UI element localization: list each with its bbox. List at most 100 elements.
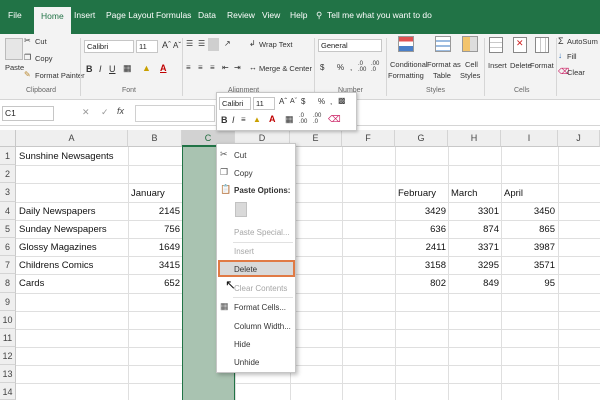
underline-icon[interactable]: U — [109, 64, 116, 74]
february-value[interactable]: 2411 — [395, 242, 446, 253]
column-header-f[interactable]: F — [342, 130, 395, 147]
february-value[interactable]: 3429 — [395, 206, 446, 217]
february-value[interactable]: 3158 — [395, 260, 446, 271]
row-header-8[interactable]: 8 — [0, 274, 16, 293]
orientation-icon[interactable]: ↗ — [224, 39, 231, 48]
mini-comma-icon[interactable]: , — [330, 97, 332, 106]
mini-italic-icon[interactable]: I — [232, 115, 235, 125]
mini-font-combo[interactable]: Calibri — [219, 97, 251, 110]
january-value[interactable]: 756 — [128, 224, 180, 235]
row-header-4[interactable]: 4 — [0, 202, 16, 220]
insert-function-button[interactable]: fx — [117, 106, 124, 116]
increase-decimal-icon[interactable]: .0.00 — [358, 61, 366, 73]
tab-home[interactable]: Home — [34, 7, 71, 34]
align-center-icon[interactable]: ≡ — [198, 63, 203, 72]
menu-item-paste-special[interactable]: Paste Special... — [234, 228, 290, 237]
mini-shrink-font-icon[interactable]: Aˇ — [290, 98, 297, 105]
january-value[interactable]: 652 — [128, 278, 180, 289]
shrink-font-icon[interactable]: Aˇ — [173, 41, 181, 50]
italic-icon[interactable]: I — [99, 64, 102, 74]
format-painter-button[interactable]: Format Painter — [35, 71, 85, 80]
cancel-icon[interactable]: ✕ — [82, 107, 90, 118]
cut-button[interactable]: Cut — [35, 37, 47, 46]
tab-formulas[interactable]: Formulas — [156, 10, 191, 20]
conditional-formatting-label-2[interactable]: Formatting — [388, 71, 424, 80]
number-format-combo[interactable]: General — [318, 39, 382, 52]
mini-size-combo[interactable]: 11 — [253, 97, 275, 110]
delete-cells-button[interactable]: Delete — [510, 61, 532, 70]
format-as-table-label-2[interactable]: Table — [433, 71, 451, 80]
percent-icon[interactable]: % — [337, 63, 344, 72]
april-value[interactable]: 3987 — [501, 242, 555, 253]
cell-styles-label-1[interactable]: Cell — [465, 60, 478, 69]
row-header-9[interactable]: 9 — [0, 293, 16, 311]
copy-button[interactable]: Copy — [35, 54, 53, 63]
tab-view[interactable]: View — [262, 10, 280, 20]
format-as-table-label-1[interactable]: Format as — [427, 60, 461, 69]
april-value[interactable]: 3450 — [501, 206, 555, 217]
mini-decrease-decimal-icon[interactable]: .00.0 — [313, 113, 321, 125]
march-value[interactable]: 849 — [448, 278, 499, 289]
align-middle-icon[interactable]: ☰ — [198, 39, 205, 48]
march-value[interactable]: 3295 — [448, 260, 499, 271]
mini-bold-icon[interactable]: B — [221, 115, 228, 125]
february-value[interactable]: 636 — [395, 224, 446, 235]
menu-item-insert[interactable]: Insert — [234, 247, 254, 256]
header-january[interactable]: January — [131, 188, 165, 199]
february-value[interactable]: 802 — [395, 278, 446, 289]
name-box[interactable]: C1 — [2, 106, 54, 121]
march-value[interactable]: 3371 — [448, 242, 499, 253]
align-bottom-icon[interactable] — [208, 38, 219, 51]
menu-item-hide[interactable]: Hide — [234, 340, 250, 349]
column-header-a[interactable]: A — [16, 130, 128, 147]
tab-review[interactable]: Review — [227, 10, 255, 20]
menu-item-column-width[interactable]: Column Width... — [234, 322, 291, 331]
increase-indent-icon[interactable]: ⇥ — [234, 63, 241, 72]
cell-styles-label-2[interactable]: Styles — [460, 71, 480, 80]
align-left-icon[interactable]: ≡ — [186, 63, 191, 72]
paste-clipboard-icon[interactable] — [235, 202, 247, 217]
row-header-11[interactable]: 11 — [0, 329, 16, 347]
align-right-icon[interactable]: ≡ — [210, 63, 215, 72]
mini-borders-icon[interactable]: ▦ — [285, 114, 294, 125]
bold-icon[interactable]: B — [86, 64, 93, 74]
row-header-7[interactable]: 7 — [0, 256, 16, 274]
row-header-5[interactable]: 5 — [0, 220, 16, 238]
item-name[interactable]: Cards — [19, 278, 44, 289]
autosum-button[interactable]: AutoSum — [567, 37, 598, 46]
row-header-10[interactable]: 10 — [0, 311, 16, 329]
currency-icon[interactable]: $ — [320, 63, 324, 72]
clear-button[interactable]: Clear — [567, 68, 585, 77]
title-cell[interactable]: Sunshine Newsagents — [19, 151, 114, 162]
january-value[interactable]: 2145 — [128, 206, 180, 217]
march-value[interactable]: 874 — [448, 224, 499, 235]
column-header-e[interactable]: E — [290, 130, 342, 147]
select-all-corner[interactable] — [0, 130, 16, 147]
tell-me-search[interactable]: Tell me what you want to do — [327, 10, 432, 20]
row-header-2[interactable]: 2 — [0, 165, 16, 183]
mini-align-center-icon[interactable]: ≡ — [241, 115, 246, 124]
column-header-b[interactable]: B — [128, 130, 182, 147]
decrease-indent-icon[interactable]: ⇤ — [222, 63, 229, 72]
merge-center-button[interactable]: Merge & Center — [259, 64, 312, 73]
menu-item-clear-contents[interactable]: Clear Contents — [234, 284, 287, 293]
row-header-3[interactable]: 3 — [0, 183, 16, 202]
enter-icon[interactable]: ✓ — [101, 107, 109, 118]
menu-item-format-cells[interactable]: Format Cells... — [234, 303, 286, 312]
header-april[interactable]: April — [504, 188, 523, 199]
item-name[interactable]: Daily Newspapers — [19, 206, 96, 217]
menu-item-unhide[interactable]: Unhide — [234, 358, 259, 367]
conditional-formatting-label-1[interactable]: Conditional — [390, 60, 428, 69]
header-february[interactable]: February — [398, 188, 436, 199]
column-header-g[interactable]: G — [395, 130, 448, 147]
font-color-icon[interactable]: A — [160, 63, 167, 73]
align-top-icon[interactable]: ☰ — [186, 39, 193, 48]
item-name[interactable]: Glossy Magazines — [19, 242, 97, 253]
tab-page-layout[interactable]: Page Layout — [106, 10, 154, 20]
column-header-j[interactable]: J — [558, 130, 600, 147]
menu-item-cut[interactable]: Cut — [234, 151, 246, 160]
january-value[interactable]: 3415 — [128, 260, 180, 271]
april-value[interactable]: 95 — [501, 278, 555, 289]
item-name[interactable]: Sunday Newspapers — [19, 224, 107, 235]
april-value[interactable]: 865 — [501, 224, 555, 235]
